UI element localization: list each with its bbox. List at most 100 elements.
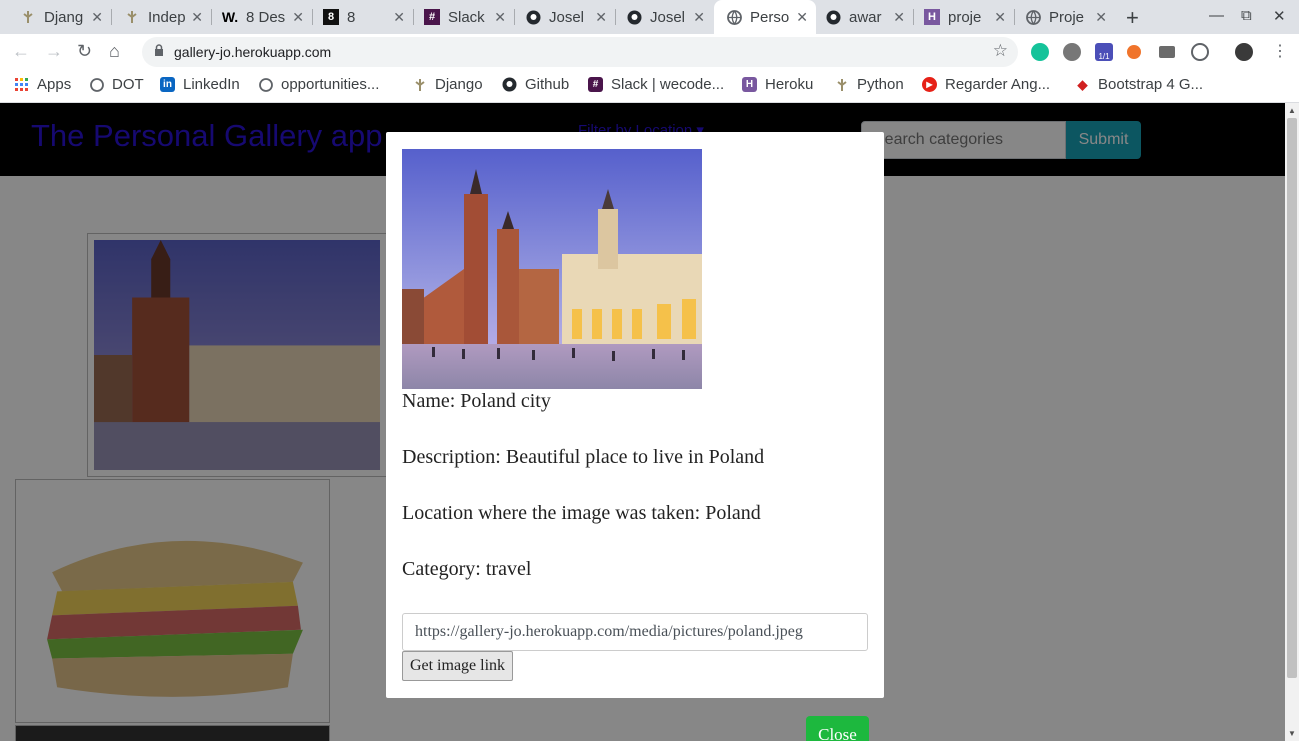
- bookmark-item[interactable]: ◆ Bootstrap 4 G...: [1075, 76, 1204, 93]
- browser-tab[interactable]: Djang ✕: [0, 0, 111, 34]
- tab-title: Josel: [650, 8, 686, 26]
- bookmark-item[interactable]: # Slack | wecode...: [588, 76, 724, 93]
- close-icon[interactable]: ✕: [693, 9, 705, 26]
- close-icon[interactable]: ✕: [994, 9, 1006, 26]
- browser-tab[interactable]: W. 8 Des ✕: [212, 0, 312, 34]
- tab-title: 8: [347, 8, 356, 26]
- bookmark-label: Heroku: [765, 76, 814, 93]
- browser-toolbar: ← → ↻ ⌂ gallery-jo.herokuapp.com ☆ 1/1 ⋮: [0, 34, 1299, 70]
- minimize-icon[interactable]: —: [1209, 7, 1224, 24]
- bookmark-item[interactable]: Django: [412, 76, 483, 93]
- close-icon[interactable]: ✕: [91, 9, 103, 26]
- browser-tab[interactable]: Indep ✕: [112, 0, 211, 34]
- github-icon: [525, 9, 541, 25]
- slack-icon: #: [588, 77, 603, 92]
- bookmark-label: Slack | wecode...: [611, 76, 725, 93]
- close-icon[interactable]: ✕: [494, 9, 506, 26]
- browser-tab[interactable]: Josel ✕: [616, 0, 713, 34]
- browser-tab[interactable]: awar ✕: [817, 0, 913, 34]
- linkedin-icon: in: [160, 77, 175, 92]
- close-icon[interactable]: ✕: [595, 9, 607, 26]
- browser-tab[interactable]: # Slack ✕: [414, 0, 514, 34]
- browser-tab[interactable]: 8 8 ✕: [313, 0, 413, 34]
- close-button[interactable]: Close: [806, 716, 869, 741]
- bookmark-item[interactable]: Apps: [14, 76, 71, 93]
- image-name: Name: Poland city: [402, 390, 551, 412]
- image-details-modal: Name: Poland city Description: Beautiful…: [386, 132, 884, 698]
- globe-icon: [258, 77, 273, 92]
- close-icon[interactable]: ✕: [191, 9, 203, 26]
- bookmark-label: LinkedIn: [183, 76, 240, 93]
- bookmark-label: Regarder Ang...: [945, 76, 1051, 93]
- close-icon[interactable]: ✕: [796, 9, 808, 26]
- address-bar[interactable]: gallery-jo.herokuapp.com ☆: [142, 37, 1018, 67]
- django-icon: [20, 9, 36, 25]
- reload-icon[interactable]: ↻: [77, 41, 92, 62]
- django-icon: [124, 9, 140, 25]
- bookmark-item[interactable]: in LinkedIn: [160, 76, 240, 93]
- bookmark-item[interactable]: Python: [834, 76, 904, 93]
- home-icon[interactable]: ⌂: [109, 41, 120, 62]
- close-icon[interactable]: ✕: [893, 9, 905, 26]
- image-link-input[interactable]: [402, 613, 868, 651]
- bookmark-label: Github: [525, 76, 570, 93]
- get-image-link-button[interactable]: Get image link: [402, 651, 513, 681]
- back-arrow-icon[interactable]: ←: [12, 41, 30, 62]
- play-icon: ▶: [922, 77, 937, 92]
- extension-icon[interactable]: [1159, 46, 1175, 58]
- extension-icon[interactable]: [1191, 43, 1209, 61]
- browser-tab[interactable]: Proje ✕: [1015, 0, 1115, 34]
- browser-tab-strip: Djang ✕ Indep ✕ W. 8 Des ✕ 8 8 ✕ # Slack…: [0, 0, 1299, 34]
- tab-title: Slack: [448, 8, 485, 26]
- restore-icon[interactable]: ⧉: [1241, 7, 1252, 24]
- slack-icon: #: [424, 9, 440, 25]
- globe-icon: [89, 77, 104, 92]
- extension-badge-icon[interactable]: 1/1: [1095, 43, 1113, 61]
- tab-title: Indep: [148, 8, 186, 26]
- github-icon: [626, 9, 642, 25]
- window-close-icon[interactable]: ✕: [1273, 7, 1286, 25]
- bookmark-item[interactable]: ▶ Regarder Ang...: [922, 76, 1050, 93]
- avatar[interactable]: [1235, 43, 1253, 61]
- heroku-icon: H: [742, 77, 757, 92]
- scroll-down-icon[interactable]: ▼: [1288, 729, 1296, 738]
- django-icon: [412, 77, 427, 92]
- bookmark-label: Django: [435, 76, 483, 93]
- bookmark-label: opportunities...: [281, 76, 380, 93]
- close-icon[interactable]: ✕: [1095, 9, 1107, 26]
- bookmark-item[interactable]: opportunities...: [258, 76, 379, 93]
- apps-grid-icon: [14, 77, 29, 92]
- github-icon: [502, 77, 517, 92]
- extension-icon[interactable]: [1063, 43, 1081, 61]
- browser-tab-active[interactable]: Perso ✕: [714, 0, 816, 34]
- forward-arrow-icon[interactable]: →: [45, 41, 63, 62]
- tab-title: Proje: [1049, 8, 1085, 26]
- image-category: Category: travel: [402, 558, 532, 580]
- close-icon[interactable]: ✕: [292, 9, 304, 26]
- menu-kebab-icon[interactable]: ⋮: [1272, 41, 1288, 61]
- bookmark-item[interactable]: DOT: [89, 76, 144, 93]
- bookmarks-bar: Apps DOT in LinkedIn opportunities... Dj…: [0, 70, 1299, 103]
- bookmark-item[interactable]: Github: [502, 76, 569, 93]
- w-icon: W.: [221, 9, 239, 25]
- search-extension-icon[interactable]: [1127, 45, 1141, 59]
- bookmark-label: Bootstrap 4 G...: [1098, 76, 1204, 93]
- close-icon[interactable]: ✕: [393, 9, 405, 26]
- page-scrollbar[interactable]: ▲ ▼: [1285, 103, 1299, 741]
- scroll-up-icon[interactable]: ▲: [1288, 106, 1296, 115]
- image-location: Location where the image was taken: Pola…: [402, 502, 761, 524]
- bookmark-star-icon[interactable]: ☆: [993, 41, 1008, 61]
- new-tab-icon[interactable]: +: [1126, 5, 1139, 31]
- bookmark-item[interactable]: H Heroku: [742, 76, 813, 93]
- browser-tab[interactable]: H proje ✕: [914, 0, 1014, 34]
- poland-city-image: [402, 149, 702, 389]
- github-icon: [825, 9, 841, 25]
- globe-icon: [1025, 9, 1041, 25]
- browser-tab[interactable]: Josel ✕: [515, 0, 615, 34]
- grammarly-icon[interactable]: [1031, 43, 1049, 61]
- heroku-icon: H: [924, 9, 940, 25]
- modal-image: [402, 149, 702, 389]
- bookmark-label: Python: [857, 76, 904, 93]
- extension-badge-count: 1/1: [1098, 52, 1110, 61]
- scrollbar-thumb[interactable]: [1287, 118, 1297, 678]
